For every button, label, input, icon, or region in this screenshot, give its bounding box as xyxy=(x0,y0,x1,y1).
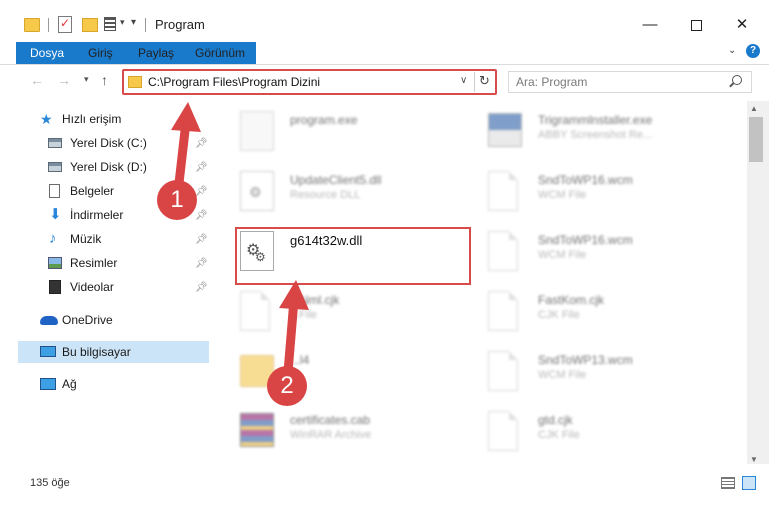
details-view-icon[interactable] xyxy=(721,477,735,489)
arrow-2 xyxy=(283,295,299,377)
large-icons-view-icon[interactable] xyxy=(742,476,756,490)
annotation-arrows xyxy=(171,102,309,377)
step-1-badge: 1 xyxy=(157,180,197,220)
arrow-1-head xyxy=(171,102,201,132)
arrow-2-head xyxy=(279,280,309,310)
scrollbar-thumb[interactable] xyxy=(749,117,763,162)
scroll-up-icon[interactable]: ▲ xyxy=(750,104,758,113)
step-2-badge: 2 xyxy=(267,366,307,406)
scroll-down-icon[interactable]: ▼ xyxy=(750,455,758,464)
item-count: 135 öğe xyxy=(30,477,70,489)
status-bar xyxy=(0,464,769,507)
